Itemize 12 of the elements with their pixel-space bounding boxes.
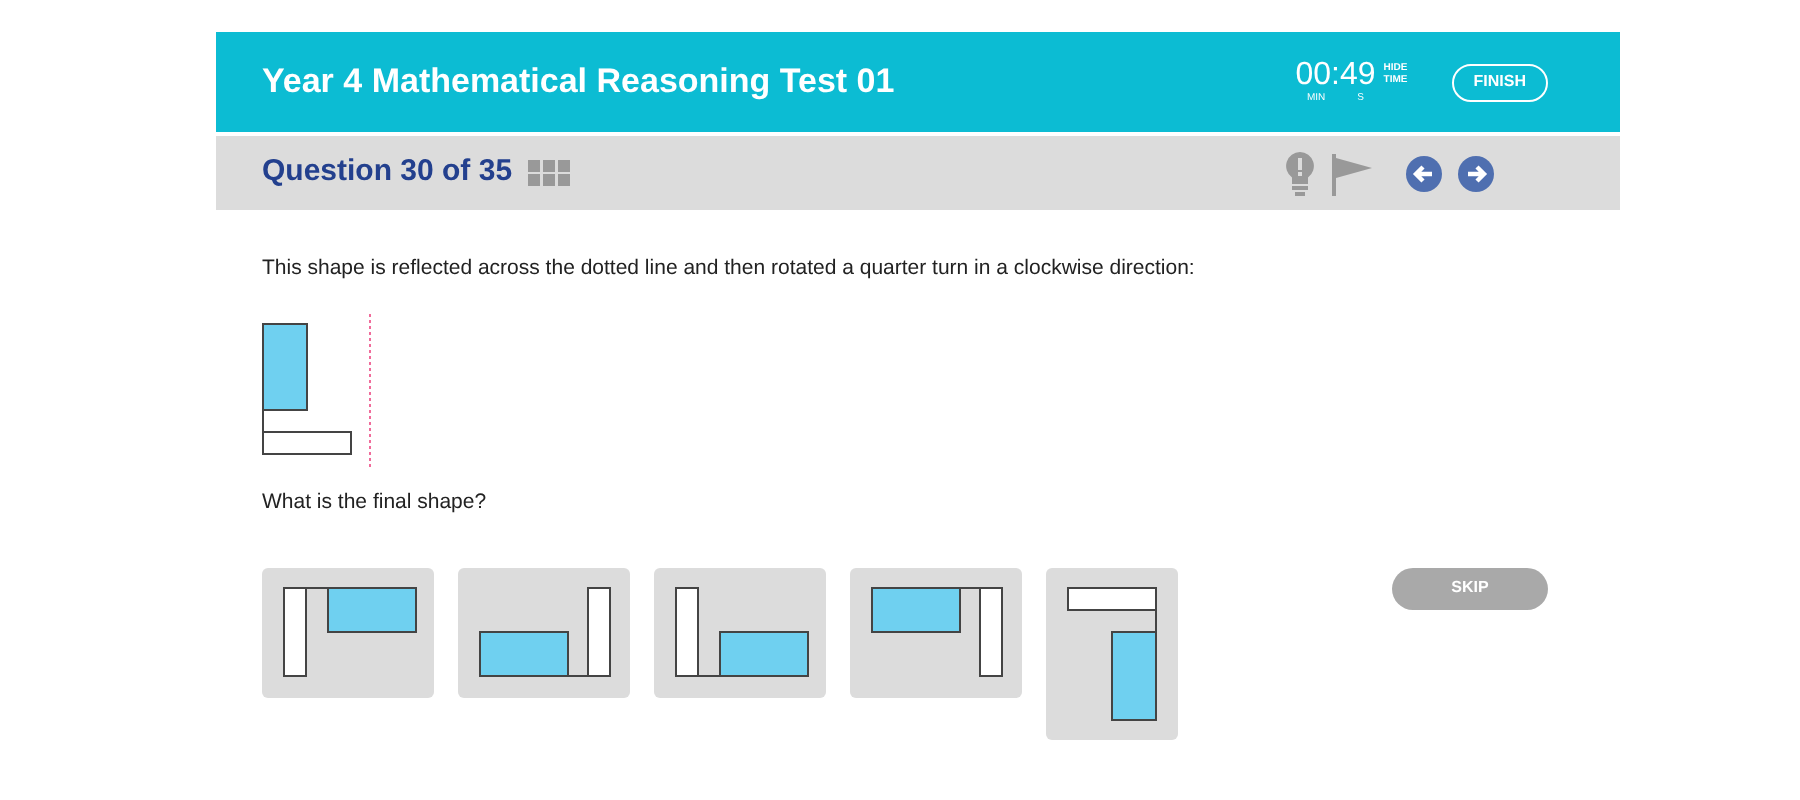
- answer-option[interactable]: [458, 567, 630, 697]
- finish-button[interactable]: FINISH: [1451, 63, 1548, 101]
- skip-button[interactable]: SKIP: [1392, 567, 1548, 609]
- test-title: Year 4 Mathematical Reasoning Test 01: [262, 60, 895, 105]
- question-prompt: This shape is reflected across the dotted line and then rotated a quarter turn in a clockwise direction:: [262, 254, 1197, 284]
- answer-option[interactable]: [850, 567, 1022, 697]
- answer-option[interactable]: [1046, 567, 1178, 739]
- question-counter: Question 30 of 35: [262, 152, 513, 193]
- answer-option[interactable]: [262, 567, 434, 697]
- timer: 00:49: [1295, 60, 1376, 92]
- question-subprompt: What is the final shape?: [262, 487, 489, 518]
- answer-option[interactable]: [654, 567, 826, 697]
